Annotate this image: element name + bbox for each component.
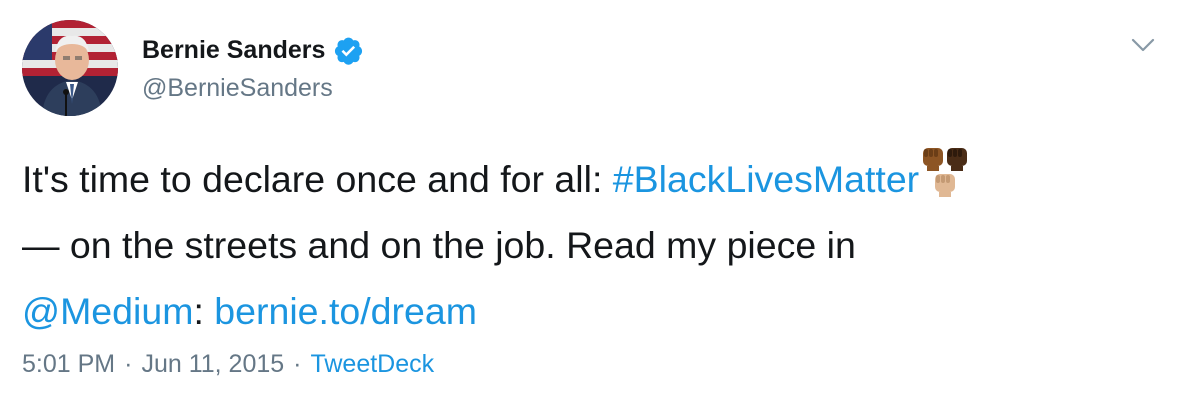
avatar[interactable]: [22, 20, 118, 116]
chevron-down-icon[interactable]: [1128, 30, 1158, 60]
verified-badge-icon: [333, 35, 364, 66]
tweet-line-1: It's time to declare once and for all: #…: [22, 146, 1162, 212]
tweet-time[interactable]: 5:01 PM: [22, 350, 115, 378]
handle[interactable]: @BernieSanders: [142, 74, 364, 103]
tweet-line-2: — on the streets and on the job. Read my…: [22, 212, 1162, 278]
avatar-photo: [22, 20, 118, 116]
display-name[interactable]: Bernie Sanders: [142, 36, 325, 65]
author-info: Bernie Sanders @BernieSanders: [142, 33, 364, 103]
tweet-text-segment: :: [193, 290, 215, 332]
tweet-source-link[interactable]: TweetDeck: [310, 350, 434, 378]
meta-separator: ·: [124, 350, 133, 378]
meta-separator: ·: [293, 350, 302, 378]
tweet-meta: 5:01 PM · Jun 11, 2015 · TweetDeck: [22, 350, 434, 379]
url-link[interactable]: bernie.to/dream: [214, 290, 477, 332]
tweet-line-3: @Medium: bernie.to/dream: [22, 278, 1162, 344]
tweet-text-segment: — on the streets and on the job. Read my…: [22, 224, 856, 266]
hashtag-link[interactable]: #BlackLivesMatter: [613, 158, 919, 200]
mention-link[interactable]: @Medium: [22, 290, 193, 332]
tweet-text-segment: It's time to declare once and for all:: [22, 158, 613, 200]
tweet-date[interactable]: Jun 11, 2015: [141, 350, 284, 378]
tweet-text: It's time to declare once and for all: #…: [22, 146, 1162, 344]
raised-fists-icon: [921, 146, 971, 212]
